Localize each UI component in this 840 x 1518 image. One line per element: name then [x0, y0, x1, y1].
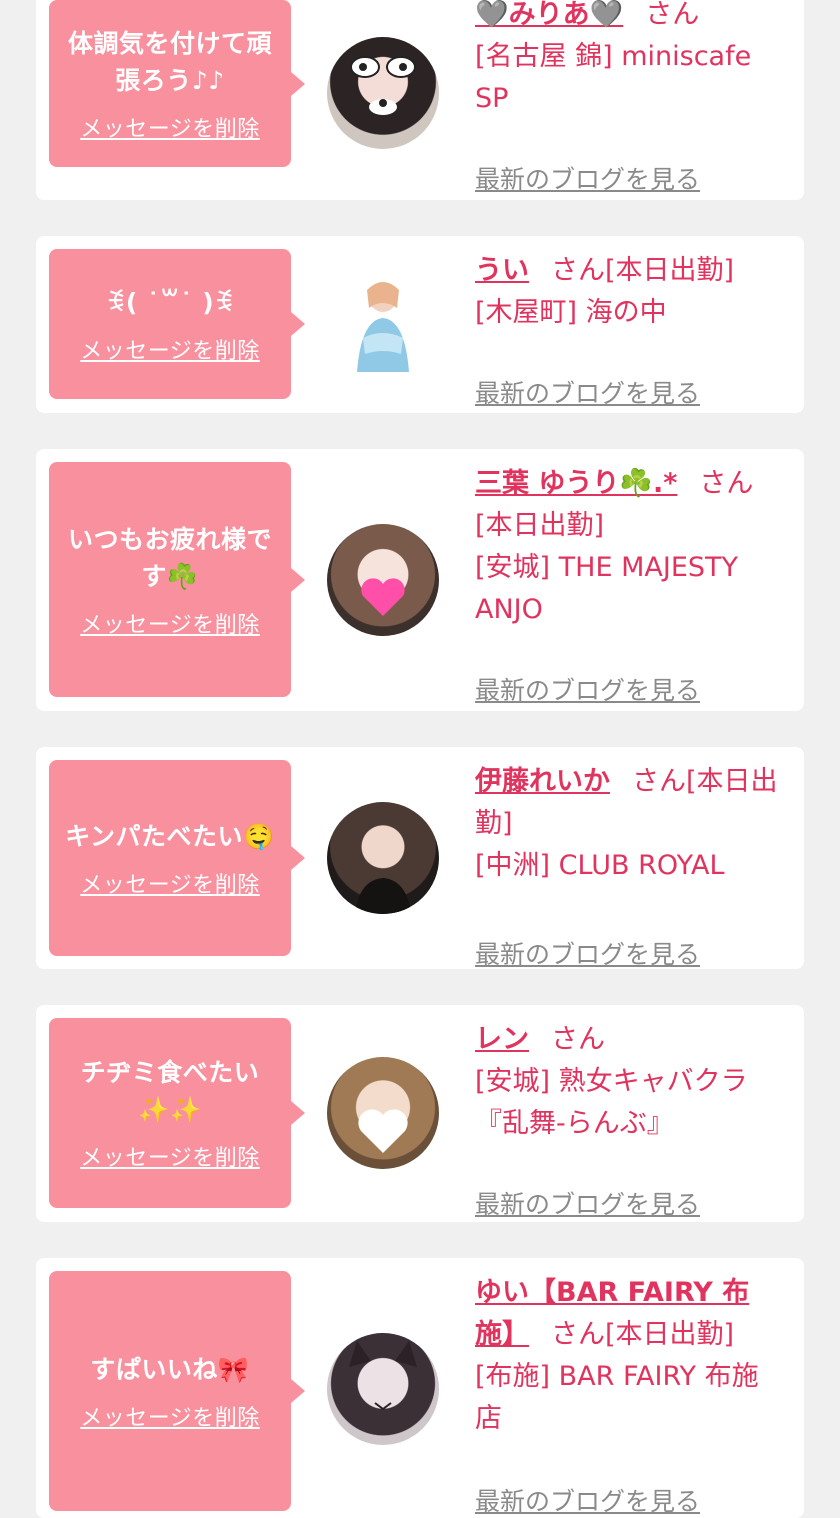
honorific: さん: [551, 255, 605, 286]
avatar[interactable]: [327, 802, 439, 914]
message-bubble: いつもお疲れ様です☘️ メッセージを削除: [49, 462, 305, 697]
dog-filter-icon: [350, 56, 416, 115]
cast-info: 伊藤れいか さん[本日出勤] [中洲] CLUB ROYAL 最新のブログを見る: [475, 761, 785, 969]
delete-message-link[interactable]: メッセージを削除: [80, 111, 260, 143]
message-bubble: チヂミ食べたい✨✨ メッセージを削除: [49, 1018, 305, 1208]
attendance-tag: [本日出勤]: [475, 510, 605, 541]
message-text: チヂミ食べたい✨✨: [80, 1058, 260, 1124]
attendance-tag: [本日出勤]: [605, 255, 735, 286]
cast-name-link[interactable]: 🩶みりあ🩶: [475, 0, 623, 30]
cast-info: うい さん[本日出勤] [木屋町] 海の中 最新のブログを見る: [475, 250, 785, 408]
heart-sticker-icon: [358, 1109, 408, 1153]
message-bubble: キンパたべたい🤤 メッセージを削除: [49, 760, 305, 956]
shop-info: [安城] THE MAJESTY ANJO: [475, 552, 738, 625]
delete-message-link[interactable]: メッセージを削除: [80, 607, 260, 639]
message-text: ꉂ( ˙꒳˙ )ꉂ: [105, 287, 235, 317]
latest-blog-link[interactable]: 最新のブログを見る: [475, 671, 700, 707]
message-card: ꉂ( ˙꒳˙ )ꉂ メッセージを削除 うい さん[本日出勤] [木屋町] 海の中 …: [36, 236, 804, 413]
delete-message-link[interactable]: メッセージを削除: [80, 867, 260, 899]
shop-info: [木屋町] 海の中: [475, 297, 667, 328]
message-card: キンパたべたい🤤 メッセージを削除 伊藤れいか さん[本日出勤] [中洲] CLU…: [36, 747, 804, 969]
latest-blog-link[interactable]: 最新のブログを見る: [475, 1482, 700, 1518]
shop-info: [安城] 熟女キャバクラ『乱舞-らんぶ』: [475, 1066, 748, 1139]
delete-message-link[interactable]: メッセージを削除: [80, 1400, 260, 1432]
message-text: キンパたべたい🤤: [65, 821, 275, 851]
honorific: さん: [551, 1319, 605, 1350]
cast-name-link[interactable]: 三葉 ゆうり☘️.*: [475, 468, 677, 499]
delete-message-link[interactable]: メッセージを削除: [80, 333, 260, 365]
message-text: いつもお疲れ様です☘️: [67, 524, 272, 591]
avatar[interactable]: [327, 37, 439, 149]
cast-name-link[interactable]: うい: [475, 255, 529, 286]
latest-blog-link[interactable]: 最新のブログを見る: [475, 374, 700, 410]
message-bubble: すぱいいね🎀 メッセージを削除: [49, 1271, 305, 1511]
cast-name-link[interactable]: レン: [475, 1024, 529, 1055]
honorific: さん: [645, 0, 700, 30]
attendance-tag: [本日出勤]: [605, 1319, 735, 1350]
cast-info: ゆい【BAR FAIRY 布施】 さん[本日出勤] [布施] BAR FAIRY …: [475, 1272, 785, 1516]
shop-info: [中洲] CLUB ROYAL: [475, 850, 725, 881]
shop-info: [名古屋 錦] miniscafe SP: [475, 41, 752, 114]
cast-name-link[interactable]: 伊藤れいか: [475, 766, 610, 797]
honorific: さん: [551, 1024, 605, 1055]
cast-info: 🩶みりあ🩶 さん [名古屋 錦] miniscafe SP 最新のブログを見る: [475, 0, 785, 194]
cat-filter-icon: [349, 1341, 417, 1411]
message-bubble: ꉂ( ˙꒳˙ )ꉂ メッセージを削除: [49, 249, 305, 399]
avatar[interactable]: [327, 1057, 439, 1169]
latest-blog-link[interactable]: 最新のブログを見る: [475, 1185, 700, 1221]
message-card: 体調気を付けて頑張ろう♪♪ メッセージを削除 🩶みりあ🩶 さん [名古屋 錦] m…: [36, 0, 804, 200]
shop-info: [布施] BAR FAIRY 布施店: [475, 1361, 759, 1434]
message-card: すぱいいね🎀 メッセージを削除 ゆい【BAR FAIRY 布施】 さん[本日出勤]…: [36, 1258, 804, 1518]
message-text: 体調気を付けて頑張ろう♪♪: [67, 28, 272, 95]
message-card: チヂミ食べたい✨✨ メッセージを削除 レン さん [安城] 熟女キャバクラ『乱舞-…: [36, 1005, 804, 1222]
cast-photo-icon: [357, 282, 409, 372]
heart-sticker-icon: [361, 578, 405, 616]
cast-photo-icon: [355, 878, 411, 914]
message-bubble: 体調気を付けて頑張ろう♪♪ メッセージを削除: [49, 0, 305, 167]
delete-message-link[interactable]: メッセージを削除: [80, 1140, 260, 1172]
avatar[interactable]: [327, 268, 439, 380]
honorific: さん: [632, 766, 686, 797]
honorific: さん: [699, 468, 754, 499]
cast-info: レン さん [安城] 熟女キャバクラ『乱舞-らんぶ』 最新のブログを見る: [475, 1019, 785, 1219]
avatar[interactable]: [327, 1333, 439, 1445]
cast-info: 三葉 ゆうり☘️.* さん [本日出勤] [安城] THE MAJESTY ANJ…: [475, 463, 785, 705]
latest-blog-link[interactable]: 最新のブログを見る: [475, 160, 700, 196]
avatar[interactable]: [327, 524, 439, 636]
latest-blog-link[interactable]: 最新のブログを見る: [475, 935, 700, 971]
message-text: すぱいいね🎀: [90, 1354, 250, 1384]
message-card: いつもお疲れ様です☘️ メッセージを削除 三葉 ゆうり☘️.* さん [本日出勤]…: [36, 449, 804, 711]
